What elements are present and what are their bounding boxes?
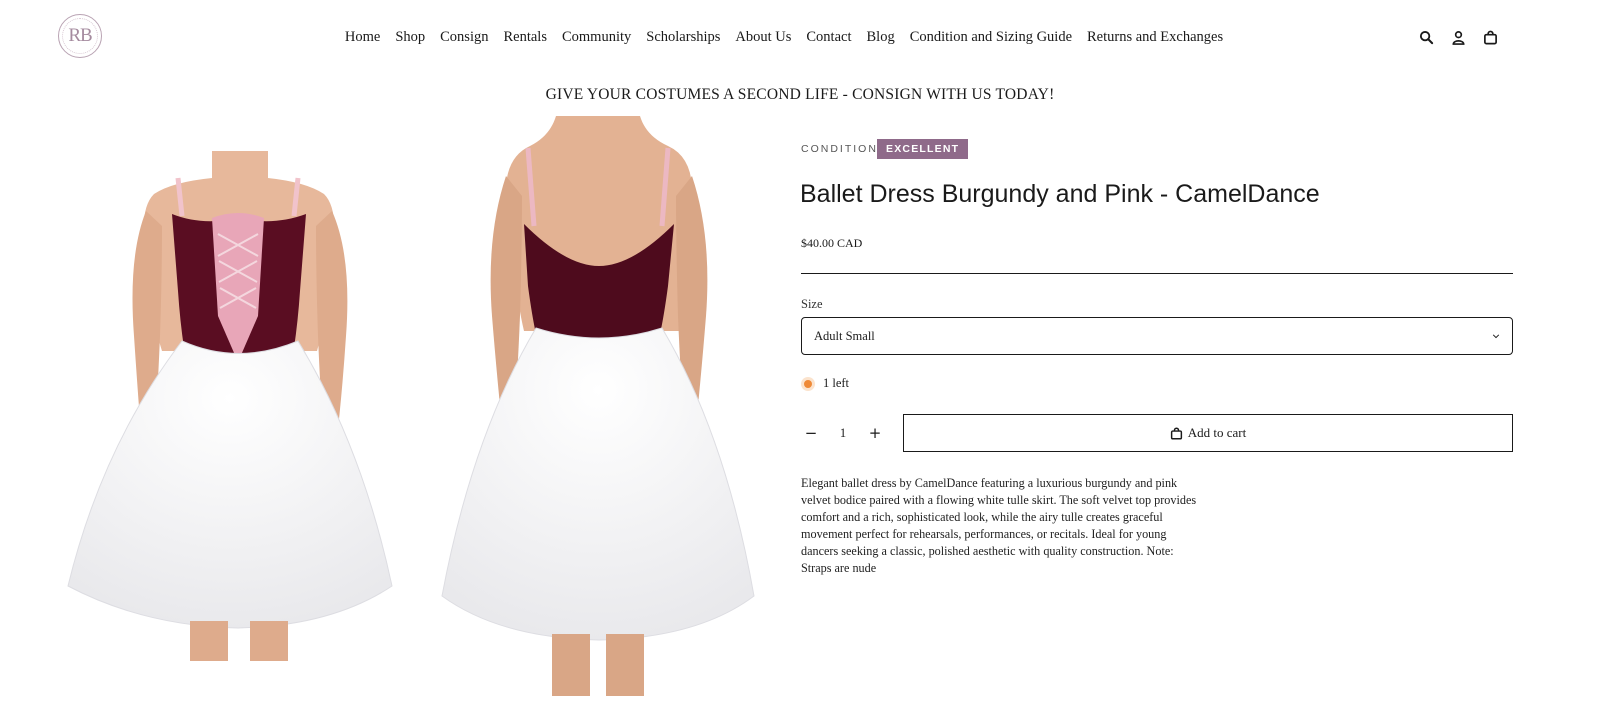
condition-badge: EXCELLENT [877,139,969,159]
decrease-quantity-button[interactable]: − [801,423,821,443]
divider [801,273,1513,274]
product-price: $40.00 CAD [801,236,863,250]
nav-consign[interactable]: Consign [440,29,488,46]
nav-condition-sizing-guide[interactable]: Condition and Sizing Guide [910,29,1072,46]
search-icon[interactable] [1419,30,1434,45]
nav-rentals[interactable]: Rentals [503,29,547,46]
size-select-value: Adult Small [814,328,875,343]
nav-shop[interactable]: Shop [395,29,425,46]
size-label: Size [801,297,823,311]
product-description: Elegant ballet dress by CamelDance featu… [801,476,1197,575]
header-icons [1419,30,1498,45]
quantity-stepper: − 1 + [801,414,885,452]
nav-scholarships[interactable]: Scholarships [646,29,720,46]
nav-contact[interactable]: Contact [806,29,851,46]
quantity-value[interactable]: 1 [840,426,846,441]
stock-indicator: 1 left [801,376,849,391]
size-select[interactable]: Adult Small [801,317,1513,355]
nav-about-us[interactable]: About Us [735,29,791,46]
product-title: Ballet Dress Burgundy and Pink - CamelDa… [800,180,1320,208]
add-to-cart-label: Add to cart [1187,425,1247,440]
cart-add-icon [1170,427,1182,440]
cart-icon[interactable] [1483,30,1498,45]
stock-dot-icon [801,376,815,391]
chevron-down-icon [1492,334,1500,339]
product-image-front[interactable] [62,116,402,706]
nav-home[interactable]: Home [345,29,380,46]
nav-community[interactable]: Community [562,29,631,46]
nav-blog[interactable]: Blog [867,29,895,46]
main-nav: Home Shop Consign Rentals Community Scho… [0,29,1600,46]
condition-label: CONDITION [801,143,878,155]
add-to-cart-button[interactable]: Add to cart [903,414,1513,452]
stock-text: 1 left [823,376,850,390]
account-icon[interactable] [1451,30,1466,45]
nav-returns-exchanges[interactable]: Returns and Exchanges [1087,29,1223,46]
increase-quantity-button[interactable]: + [865,423,885,443]
product-image-back[interactable] [436,116,761,706]
announcement-bar: GIVE YOUR COSTUMES A SECOND LIFE - CONSI… [545,86,1055,103]
